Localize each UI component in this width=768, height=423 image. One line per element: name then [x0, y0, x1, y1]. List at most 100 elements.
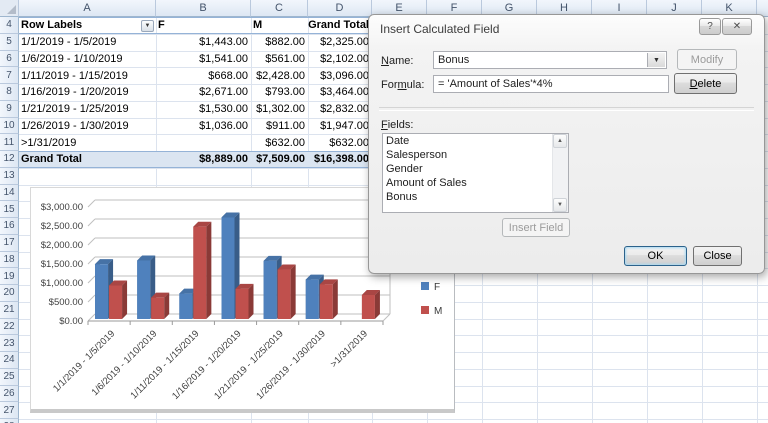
name-value: Bonus	[438, 54, 470, 66]
row-headers: 4 5 6 7 8 9 10 11 12 13 14 15 16 17 18 19 20 21 22 23 24 25 26…	[0, 17, 19, 423]
pivot-cell-m[interactable]: $911.00	[251, 118, 308, 135]
pivot-cell-total[interactable]: $1,947.00	[308, 118, 372, 135]
field-item-gender[interactable]: Gender	[383, 162, 553, 176]
row-header-23[interactable]: 23	[0, 335, 19, 352]
pivot-row-label[interactable]: 1/1/2019 - 1/5/2019	[19, 34, 156, 51]
pivot-row-label[interactable]: >1/31/2019	[19, 134, 156, 151]
pivot-row-label[interactable]: 1/16/2019 - 1/20/2019	[19, 84, 156, 101]
row-header-26[interactable]: 26	[0, 385, 19, 403]
row-header-5[interactable]: 5	[0, 33, 19, 51]
column-header-B[interactable]: B	[156, 0, 251, 17]
pivot-cell-f[interactable]: $1,541.00	[156, 51, 251, 68]
column-header-C[interactable]: C	[251, 0, 308, 17]
pivot-cell-m[interactable]: $2,428.00	[251, 67, 308, 84]
pivot-cell-f[interactable]: $668.00	[156, 67, 251, 84]
close-icon[interactable]: ✕	[722, 18, 752, 35]
pivot-cell-f[interactable]	[156, 134, 251, 151]
pivot-cell-total[interactable]: $2,325.00	[308, 34, 372, 51]
row-header-6[interactable]: 6	[0, 50, 19, 68]
row-header-10[interactable]: 10	[0, 117, 19, 135]
svg-text:>1/31/2019: >1/31/2019	[328, 328, 370, 370]
grand-total-label[interactable]: Grand Total	[19, 152, 156, 167]
modify-button[interactable]: Modify	[677, 49, 737, 70]
pivot-cell-f[interactable]: $1,036.00	[156, 118, 251, 135]
row-header-25[interactable]: 25	[0, 368, 19, 386]
row-header-27[interactable]: 27	[0, 402, 19, 419]
row-header-12[interactable]: 12	[0, 151, 19, 168]
row-header-11[interactable]: 11	[0, 134, 19, 151]
pivot-cell-f[interactable]: $1,443.00	[156, 34, 251, 51]
fields-listbox[interactable]: Date Salesperson Gender Amount of Sales Bonu…	[382, 133, 569, 213]
pivot-cell-total[interactable]: $3,464.00	[308, 84, 372, 101]
pivot-header-m[interactable]: M	[251, 18, 308, 33]
dialog-title: Insert Calculated Field	[380, 22, 500, 36]
grand-total-f[interactable]: $8,889.00	[156, 152, 251, 167]
row-header-24[interactable]: 24	[0, 352, 19, 369]
filter-dropdown-icon[interactable]: ▼	[141, 20, 154, 32]
formula-input[interactable]: = 'Amount of Sales'*4%	[433, 75, 669, 93]
field-item-amount-of-sales[interactable]: Amount of Sales	[383, 176, 553, 190]
pivot-header-f[interactable]: F	[156, 18, 251, 33]
pivot-cell-total[interactable]: $2,832.00	[308, 101, 372, 118]
pivot-cell-m[interactable]: $882.00	[251, 34, 308, 51]
scroll-up-icon[interactable]: ▲	[553, 134, 567, 148]
field-item-date[interactable]: Date	[383, 134, 553, 148]
row-header-17[interactable]: 17	[0, 234, 19, 252]
help-icon[interactable]: ?	[699, 18, 721, 35]
pivot-cell-m[interactable]: $561.00	[251, 51, 308, 68]
pivot-cell-total[interactable]: $632.00	[308, 134, 372, 151]
scroll-down-icon[interactable]: ▼	[553, 198, 567, 212]
pivot-row: 1/26/2019 - 1/30/2019 $1,036.00 $911.00 $1,…	[19, 118, 372, 135]
pivot-header-row-labels[interactable]: Row Labels ▼	[19, 18, 156, 33]
row-header-7[interactable]: 7	[0, 67, 19, 84]
pivot-row-label[interactable]: 1/11/2019 - 1/15/2019	[19, 67, 156, 84]
chevron-down-icon[interactable]: ▼	[647, 53, 665, 67]
row-header-16[interactable]: 16	[0, 218, 19, 235]
select-all-corner[interactable]	[0, 0, 19, 17]
column-header-D[interactable]: D	[308, 0, 372, 17]
listbox-scrollbar[interactable]: ▲ ▼	[552, 134, 568, 212]
pivot-row-label[interactable]: 1/26/2019 - 1/30/2019	[19, 118, 156, 135]
pivot-cell-m[interactable]: $793.00	[251, 84, 308, 101]
column-header-A[interactable]: A	[19, 0, 156, 17]
close-button[interactable]: Close	[693, 246, 742, 266]
pivot-cell-total[interactable]: $2,102.00	[308, 51, 372, 68]
row-header-19[interactable]: 19	[0, 268, 19, 285]
ok-button[interactable]: OK	[624, 246, 687, 266]
pivot-cell-f[interactable]: $2,671.00	[156, 84, 251, 101]
pivot-header-row: Row Labels ▼ F M Grand Total	[19, 17, 372, 34]
insert-field-button[interactable]: Insert Field	[502, 218, 570, 237]
pivot-row-label[interactable]: 1/21/2019 - 1/25/2019	[19, 101, 156, 118]
delete-button[interactable]: Delete	[674, 73, 737, 94]
row-header-13[interactable]: 13	[0, 167, 19, 185]
field-item-bonus[interactable]: Bonus	[383, 190, 553, 204]
pivot-row: 1/16/2019 - 1/20/2019 $2,671.00 $793.00 $3,…	[19, 84, 372, 101]
svg-text:$2,500.00: $2,500.00	[41, 221, 83, 232]
row-header-18[interactable]: 18	[0, 251, 19, 269]
svg-text:$1,000.00: $1,000.00	[41, 278, 83, 289]
svg-text:1/16/2019 - 1/20/2019: 1/16/2019 - 1/20/2019	[170, 328, 244, 402]
row-header-15[interactable]: 15	[0, 201, 19, 218]
name-combobox[interactable]: Bonus ▼	[433, 51, 667, 69]
row-header-4[interactable]: 4	[0, 17, 19, 34]
row-header-14[interactable]: 14	[0, 184, 19, 202]
pivot-cell-total[interactable]: $3,096.00	[308, 67, 372, 84]
field-item-salesperson[interactable]: Salesperson	[383, 148, 553, 162]
row-header-22[interactable]: 22	[0, 318, 19, 336]
row-header-9[interactable]: 9	[0, 100, 19, 118]
pivot-row-label[interactable]: 1/6/2019 - 1/10/2019	[19, 51, 156, 68]
grand-total-m[interactable]: $7,509.00	[251, 152, 308, 167]
grand-total-total[interactable]: $16,398.00	[308, 152, 372, 167]
row-labels-text: Row Labels	[21, 19, 83, 32]
row-header-21[interactable]: 21	[0, 301, 19, 319]
pivot-header-grand-total[interactable]: Grand Total	[308, 18, 372, 33]
pivot-row: 1/21/2019 - 1/25/2019 $1,530.00 $1,302.00 $…	[19, 101, 372, 118]
row-header-20[interactable]: 20	[0, 285, 19, 302]
pivot-row: 1/11/2019 - 1/15/2019 $668.00 $2,428.00 $3,…	[19, 67, 372, 84]
pivot-cell-m[interactable]: $1,302.00	[251, 101, 308, 118]
pivot-cell-f[interactable]: $1,530.00	[156, 101, 251, 118]
row-header-28[interactable]: 28	[0, 419, 19, 423]
row-header-8[interactable]: 8	[0, 84, 19, 101]
pivot-row: 1/6/2019 - 1/10/2019 $1,541.00 $561.00 $2,1…	[19, 51, 372, 68]
pivot-cell-m[interactable]: $632.00	[251, 134, 308, 151]
